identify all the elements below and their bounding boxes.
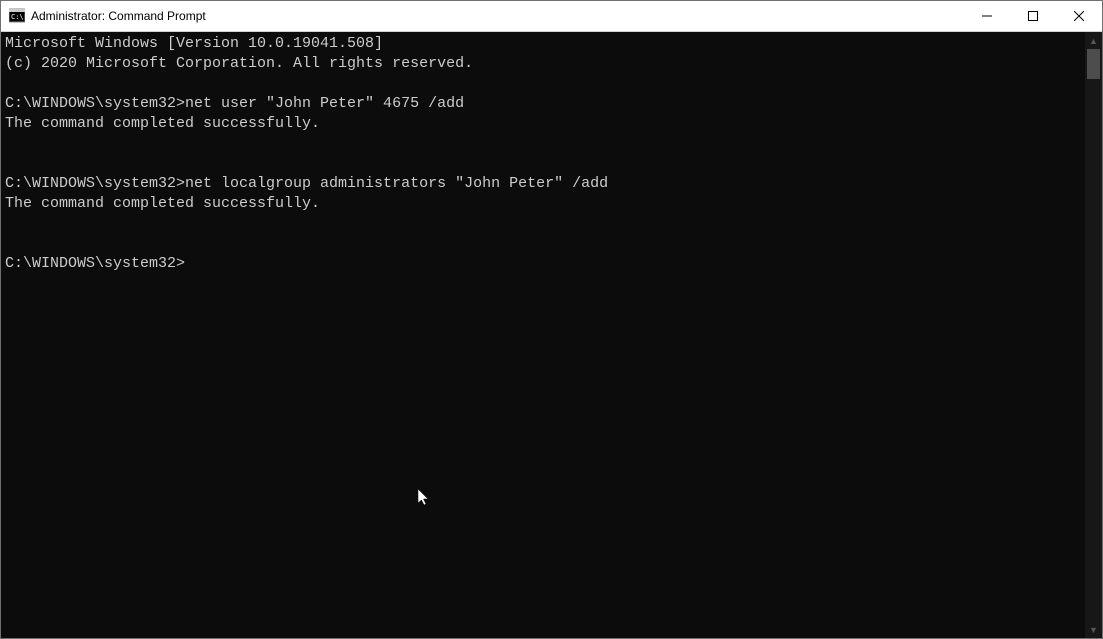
cmd-icon: C:\ [9, 8, 25, 24]
window-controls [964, 1, 1102, 31]
scroll-down-arrow[interactable]: ▼ [1085, 621, 1102, 638]
close-button[interactable] [1056, 1, 1102, 31]
terminal-area: Microsoft Windows [Version 10.0.19041.50… [1, 32, 1102, 638]
scroll-thumb[interactable] [1087, 49, 1100, 79]
vertical-scrollbar[interactable]: ▲ ▼ [1085, 32, 1102, 638]
window-title: Administrator: Command Prompt [31, 9, 964, 23]
scroll-track[interactable] [1085, 49, 1102, 621]
minimize-button[interactable] [964, 1, 1010, 31]
maximize-button[interactable] [1010, 1, 1056, 31]
scroll-up-arrow[interactable]: ▲ [1085, 32, 1102, 49]
terminal-output[interactable]: Microsoft Windows [Version 10.0.19041.50… [1, 32, 1085, 638]
svg-text:C:\: C:\ [11, 13, 24, 21]
titlebar[interactable]: C:\ Administrator: Command Prompt [1, 1, 1102, 32]
